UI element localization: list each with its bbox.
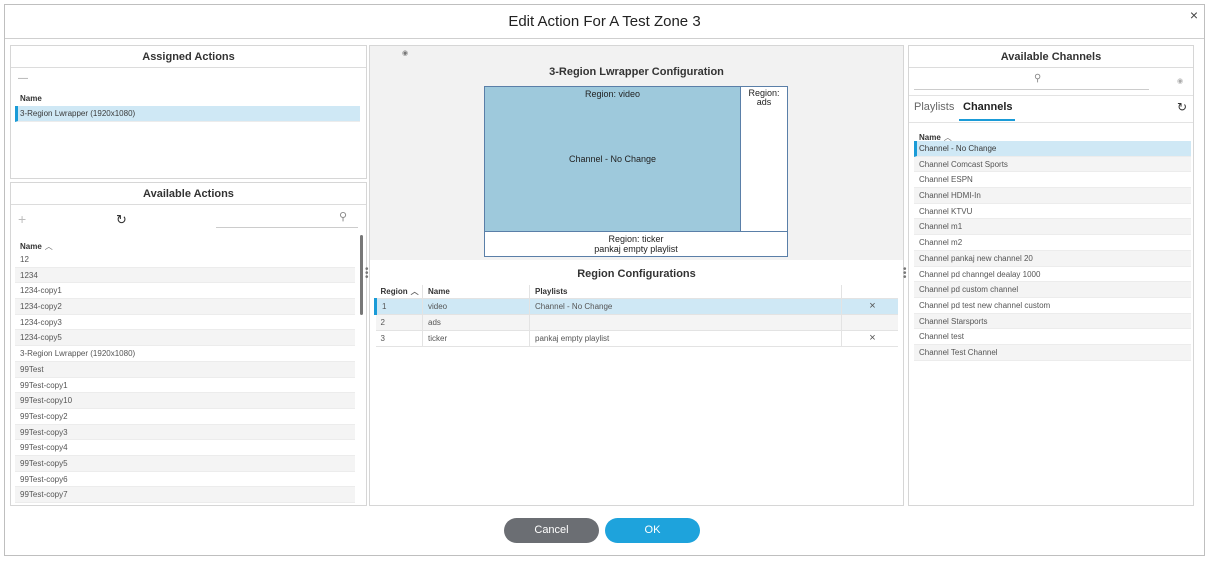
channel-row[interactable]: Channel pd test new channel custom [914,298,1191,314]
cancel-button[interactable]: Cancel [504,518,599,543]
region-configurations-title: Region Configurations [577,268,696,280]
region-number: 3 [375,330,423,347]
region-playlist [529,314,842,331]
assigned-actions-title: Assigned Actions [11,46,366,68]
available-action-row[interactable]: 3-Region Lwrapper (1920x1080) [15,346,355,362]
region-column-label: Region [380,286,408,296]
region-video[interactable]: Region: video Channel - No Change [484,86,741,232]
tab-channels[interactable]: Channels [963,101,1013,113]
available-actions-list: 12 1234 1234-copy1 1234-copy2 1234-copy3 1234… [15,252,355,503]
available-channels-title: Available Channels [909,46,1193,68]
region-row[interactable]: 2 ads [375,314,898,331]
available-action-row[interactable]: 99Test-copy1 [15,378,355,394]
available-action-row[interactable]: 99Test-copy7 [15,487,355,503]
channel-row[interactable]: Channel m2 [914,235,1191,251]
configuration-title: 3-Region Lwrapper Configuration [549,66,724,78]
remove-playlist-cell [841,314,898,331]
channel-name-header[interactable]: Name ︿ [914,127,1191,142]
remove-action-icon[interactable]: — [18,73,28,84]
available-name-label: Name [20,242,42,251]
available-action-row[interactable]: 12 [15,252,355,268]
channel-search-input[interactable] [914,89,1149,90]
name-column-header[interactable]: Name [422,285,530,299]
remove-column-header [841,285,898,299]
available-action-row[interactable]: 99Test-copy10 [15,393,355,409]
region-row[interactable]: 1 video Channel - No Change × [374,298,898,315]
close-icon[interactable]: × [1190,7,1198,23]
available-channels-panel: Available Channels ⚲ ◉ Playlists Channel… [908,45,1194,506]
region-number: 1 [374,298,423,315]
channels-list: Channel - No Change Channel Comcast Sport… [914,141,1191,361]
available-actions-panel: Available Actions + ↻ ⚲ Name ︿ 12 1234 1234… [10,182,367,506]
available-action-row[interactable]: 1234-copy2 [15,299,355,315]
region-playlist: pankaj empty playlist [529,330,842,347]
channel-row[interactable]: Channel pankaj new channel 20 [914,250,1191,267]
region-name: ticker [422,330,530,347]
available-action-row[interactable]: 1234-copy3 [15,315,355,331]
channel-row[interactable]: Channel Test Channel [914,344,1191,361]
assigned-name-header[interactable]: Name [20,94,42,103]
channel-row[interactable]: Channel pd custom channel [914,282,1191,298]
region-column-header[interactable]: Region ︿ [375,285,423,299]
available-actions-title: Available Actions [11,183,366,205]
region-ticker-label: Region: ticker [608,234,664,244]
channel-row[interactable]: Channel - No Change [914,141,1191,157]
available-action-row[interactable]: 99Test-copy2 [15,409,355,425]
available-action-row[interactable]: 1234 [15,267,355,284]
available-action-row[interactable]: 99Test [15,361,355,378]
channel-row[interactable]: Channel test [914,329,1191,345]
edit-action-dialog: Edit Action For A Test Zone 3 × Assigned… [4,4,1205,556]
region-video-content: Channel - No Change [568,154,657,164]
remove-playlist-icon[interactable]: × [841,298,898,315]
region-ads[interactable]: Region: ads [740,86,788,232]
remove-playlist-icon[interactable]: × [841,330,898,347]
scrollbar[interactable] [360,235,363,315]
available-action-row[interactable]: 1234-copy5 [15,330,355,347]
active-tab-indicator [959,119,1015,121]
configuration-panel: ◉ 3-Region Lwrapper Configuration Region… [369,45,904,506]
region-ads-label: Region: ads [748,88,780,107]
region-ticker[interactable]: Region: ticker pankaj empty playlist [484,231,788,257]
right-splitter-handle[interactable]: • • • [903,265,907,283]
channel-row[interactable]: Channel KTVU [914,204,1191,220]
region-row[interactable]: 3 ticker pankaj empty playlist × [375,330,898,347]
sort-asc-icon: ︿ [44,242,53,251]
region-ticker-content: pankaj empty playlist [594,244,678,254]
refresh-icon[interactable]: ↻ [116,212,127,228]
available-action-row[interactable]: 99Test-copy6 [15,472,355,488]
region-name: video [422,298,530,315]
available-action-row[interactable]: 99Test-copy5 [15,455,355,472]
available-action-row[interactable]: 1234-copy1 [15,283,355,300]
eye-icon[interactable]: ◉ [402,49,408,57]
channel-row[interactable]: Channel HDMI-In [914,188,1191,204]
eye-icon[interactable]: ◉ [1177,77,1183,85]
assigned-action-row[interactable]: 3-Region Lwrapper (1920x1080) [15,106,360,122]
search-icon[interactable]: ⚲ [1034,73,1041,84]
ok-button[interactable]: OK [605,518,700,543]
channel-row[interactable]: Channel pd channgel dealay 1000 [914,267,1191,283]
channel-row[interactable]: Channel ESPN [914,172,1191,189]
add-icon[interactable]: + [18,211,26,227]
search-input[interactable] [216,227,358,228]
region-configurations-table: Region ︿ Name Playlists 1 video Channel -… [374,285,898,347]
dialog-title: Edit Action For A Test Zone 3 [5,5,1204,39]
channel-row[interactable]: Channel Comcast Sports [914,156,1191,173]
playlists-column-header[interactable]: Playlists [529,285,842,299]
channel-row[interactable]: Channel m1 [914,219,1191,236]
available-action-row[interactable]: 99Test-copy4 [15,440,355,456]
region-playlist: Channel - No Change [529,298,842,315]
available-action-row[interactable]: 99Test-copy3 [15,424,355,441]
channel-row[interactable]: Channel Starsports [914,313,1191,330]
region-video-label: Region: video [584,89,641,99]
refresh-icon[interactable]: ↻ [1177,100,1187,114]
tab-playlists[interactable]: Playlists [914,101,954,113]
region-number: 2 [375,314,423,331]
assigned-actions-panel: Assigned Actions — Name 3-Region Lwrappe… [10,45,367,179]
search-icon[interactable]: ⚲ [339,210,347,223]
region-name: ads [422,314,530,331]
sort-asc-icon: ︿ [410,286,419,296]
left-splitter-handle[interactable]: • • • [365,265,369,283]
available-name-header[interactable]: Name ︿ [15,236,355,251]
